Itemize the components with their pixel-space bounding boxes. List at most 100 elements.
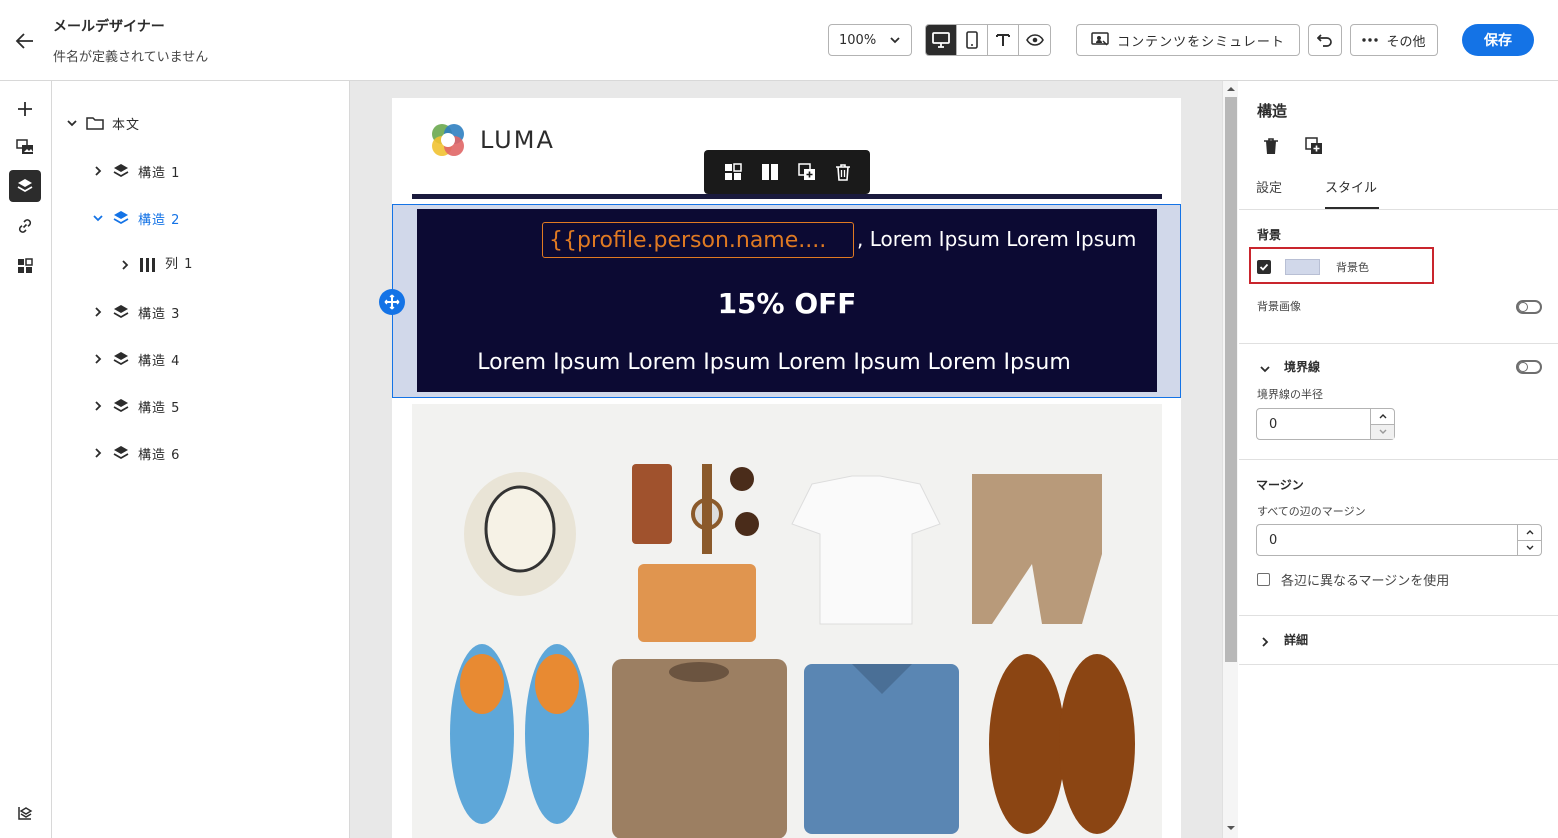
duplicate-icon [1305, 137, 1322, 154]
back-button[interactable] [10, 26, 40, 56]
background-color-checkbox[interactable] [1257, 260, 1271, 274]
tree-item-label: 構造 6 [138, 447, 181, 463]
margin-all-label: すべての辺のマージン [1257, 505, 1366, 518]
decrement-button[interactable] [1518, 541, 1541, 556]
scroll-down-icon[interactable] [1226, 824, 1236, 832]
scroll-up-icon[interactable] [1226, 85, 1236, 93]
tree-item-structure-2[interactable]: 構造 2 [92, 206, 180, 230]
email-body: LUMA {{profile.person.name.... , Lorem I… [379, 98, 1181, 838]
tab-settings[interactable]: 設定 [1256, 177, 1282, 196]
background-image-toggle[interactable] [1516, 300, 1542, 314]
mobile-icon [966, 31, 978, 49]
structure-toolbar [704, 150, 870, 194]
hero-body-text[interactable]: Lorem Ipsum Lorem Ipsum Lorem Ipsum Lore… [417, 350, 1131, 375]
border-toggle[interactable] [1516, 360, 1542, 374]
margin-stepper[interactable] [1517, 525, 1541, 555]
more-icon [1362, 38, 1379, 42]
navigation-tree: 本文 構造 1 構造 2 列 1 構造 3 構造 4 構造 5 構造 6 [52, 81, 350, 838]
fragments-icon [18, 258, 33, 273]
delete-icon[interactable] [835, 163, 851, 181]
chevron-down-icon [1526, 545, 1533, 550]
background-color-swatch[interactable] [1285, 259, 1320, 275]
tree-item-column-1[interactable]: 列 1 [119, 253, 193, 277]
layers-settings-button[interactable] [9, 797, 41, 829]
chevron-up-icon [1526, 530, 1533, 535]
background-image-label: 背景画像 [1257, 300, 1301, 313]
chevron-right-icon [122, 260, 129, 270]
folder-icon [86, 117, 104, 130]
border-radius-stepper[interactable] [1370, 409, 1394, 439]
undo-icon [1317, 34, 1332, 47]
add-component-button[interactable] [9, 93, 41, 125]
tree-item-structure-1[interactable]: 構造 1 [92, 159, 180, 183]
left-rail [0, 81, 52, 838]
tree-item-structure-5[interactable]: 構造 5 [92, 394, 180, 418]
decrement-button[interactable] [1371, 424, 1394, 439]
image-assets-icon [16, 139, 33, 154]
greeting-text[interactable]: , Lorem Ipsum Lorem Ipsum [857, 227, 1136, 251]
chevron-down-icon [67, 120, 77, 127]
links-button[interactable] [9, 210, 41, 242]
components-icon[interactable] [724, 163, 742, 181]
arrow-left-icon [15, 33, 33, 49]
margin-all-input[interactable]: 0 [1256, 524, 1542, 556]
offer-heading[interactable]: 15% OFF [417, 287, 1157, 320]
more-label: その他 [1386, 34, 1426, 50]
canvas-scrollbar[interactable] [1222, 81, 1238, 838]
border-heading: 境界線 [1284, 360, 1321, 374]
different-margins-checkbox[interactable] [1257, 573, 1270, 586]
product-image[interactable] [412, 404, 1162, 838]
margin-heading: マージン [1256, 478, 1304, 492]
tree-item-structure-4[interactable]: 構造 4 [92, 347, 180, 371]
plus-icon [18, 102, 32, 116]
chevron-right-icon [95, 448, 102, 458]
text-view-button[interactable] [988, 25, 1019, 55]
scroll-thumb[interactable] [1225, 97, 1237, 662]
columns-icon[interactable] [761, 163, 779, 181]
fragments-button[interactable] [9, 250, 41, 282]
background-color-label: 背景色 [1336, 261, 1369, 274]
add-structure-button[interactable] [379, 289, 405, 315]
layers-icon [113, 399, 129, 412]
undo-button[interactable] [1308, 24, 1342, 56]
columns-icon [140, 258, 155, 272]
tree-root-body[interactable]: 本文 [66, 111, 140, 135]
save-button[interactable]: 保存 [1462, 24, 1534, 56]
margin-all-value: 0 [1269, 532, 1278, 548]
layers-icon [113, 446, 129, 459]
mobile-view-button[interactable] [957, 25, 988, 55]
border-radius-label: 境界線の半径 [1257, 388, 1323, 401]
desktop-view-button[interactable] [926, 25, 957, 55]
tree-item-structure-6[interactable]: 構造 6 [92, 441, 180, 465]
properties-panel: 構造 設定 スタイル 背景 背景色 背景画像 境界線 境界線の半径 0 マージン… [1239, 81, 1558, 838]
zoom-value: 100% [839, 32, 877, 48]
details-expand-button[interactable] [1259, 633, 1273, 647]
more-button[interactable]: その他 [1350, 24, 1438, 56]
navigation-tree-button[interactable] [9, 170, 41, 202]
tree-item-label: 構造 2 [138, 212, 181, 228]
tab-style[interactable]: スタイル [1325, 177, 1377, 196]
increment-button[interactable] [1371, 409, 1394, 425]
tree-item-label: 構造 1 [138, 165, 181, 181]
tree-item-label: 構造 3 [138, 306, 181, 322]
personalization-token[interactable]: {{profile.person.name.... [542, 222, 854, 258]
zoom-select[interactable]: 100% [828, 24, 912, 56]
chevron-up-icon [1379, 414, 1386, 419]
duplicate-structure-button[interactable] [1305, 137, 1325, 157]
duplicate-icon[interactable] [797, 163, 816, 181]
section-divider [1239, 664, 1558, 665]
simulate-content-button[interactable]: コンテンツをシミュレート [1076, 24, 1300, 56]
border-collapse-button[interactable] [1259, 360, 1273, 374]
tree-item-structure-3[interactable]: 構造 3 [92, 300, 180, 324]
border-radius-input[interactable]: 0 [1256, 408, 1395, 440]
chevron-right-icon [95, 307, 102, 317]
tree-root-label: 本文 [112, 117, 141, 133]
text-icon [996, 34, 1010, 46]
preview-button[interactable] [1019, 25, 1050, 55]
increment-button[interactable] [1518, 525, 1541, 541]
layers-icon [113, 352, 129, 365]
assets-button[interactable] [9, 131, 41, 163]
delete-structure-button[interactable] [1263, 137, 1283, 157]
luma-logo[interactable]: LUMA [428, 120, 555, 160]
selected-structure[interactable]: {{profile.person.name.... , Lorem Ipsum … [392, 204, 1181, 398]
